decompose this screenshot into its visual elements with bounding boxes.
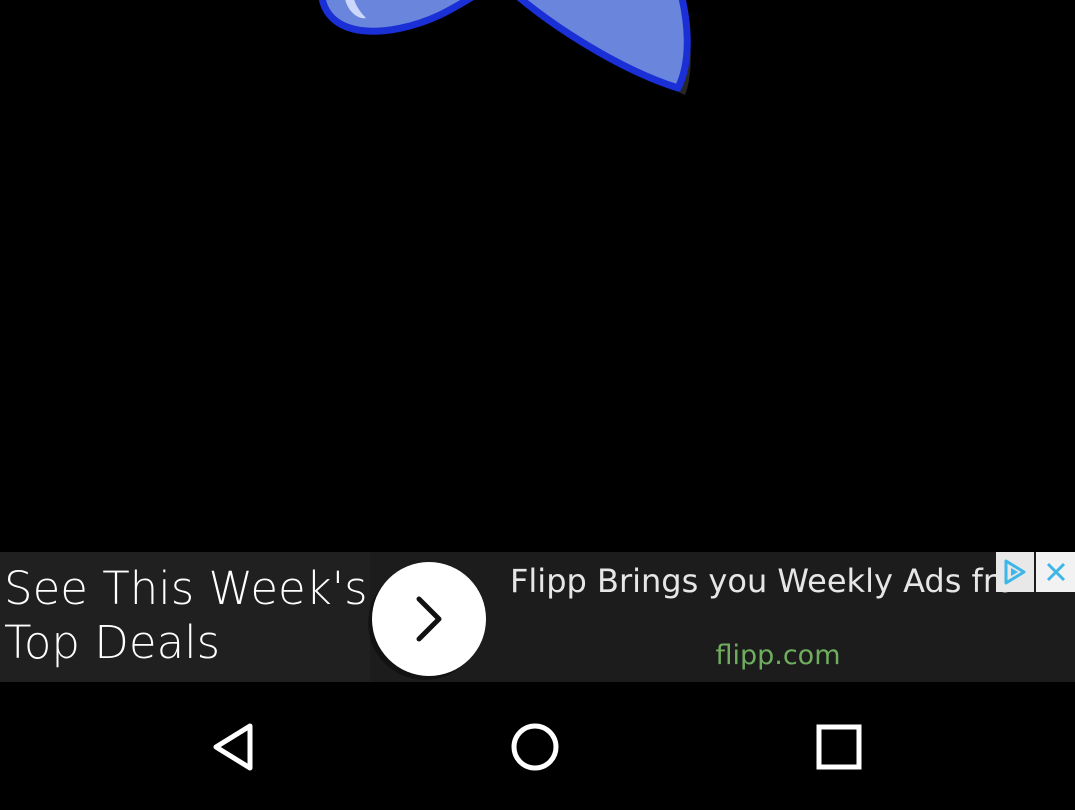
recents-button[interactable]: [804, 712, 874, 782]
blue-star-graphic: [318, 0, 691, 95]
chevron-right-icon: [416, 596, 442, 642]
back-button[interactable]: [198, 712, 268, 782]
ad-headline-panel[interactable]: See This Week's Top Deals: [0, 552, 370, 682]
close-icon[interactable]: [1036, 552, 1075, 592]
ad-body-panel[interactable]: Flipp Brings you Weekly Ads from Your Fa…: [486, 552, 1075, 682]
system-navigation-bar: [0, 682, 1075, 810]
adchoices-icon[interactable]: [996, 552, 1034, 592]
ad-cta-button[interactable]: [372, 562, 486, 676]
home-icon: [511, 723, 559, 771]
ad-description[interactable]: Flipp Brings you Weekly Ads from Your Fa…: [510, 560, 1020, 602]
home-button[interactable]: [500, 712, 570, 782]
ad-banner[interactable]: See This Week's Top Deals Flipp Brings y…: [0, 552, 1075, 682]
recents-icon: [816, 724, 862, 770]
app-content-area: [0, 0, 1075, 552]
back-icon: [213, 723, 253, 771]
ad-headline[interactable]: See This Week's Top Deals: [4, 562, 370, 670]
ad-domain[interactable]: flipp.com: [486, 640, 1070, 672]
